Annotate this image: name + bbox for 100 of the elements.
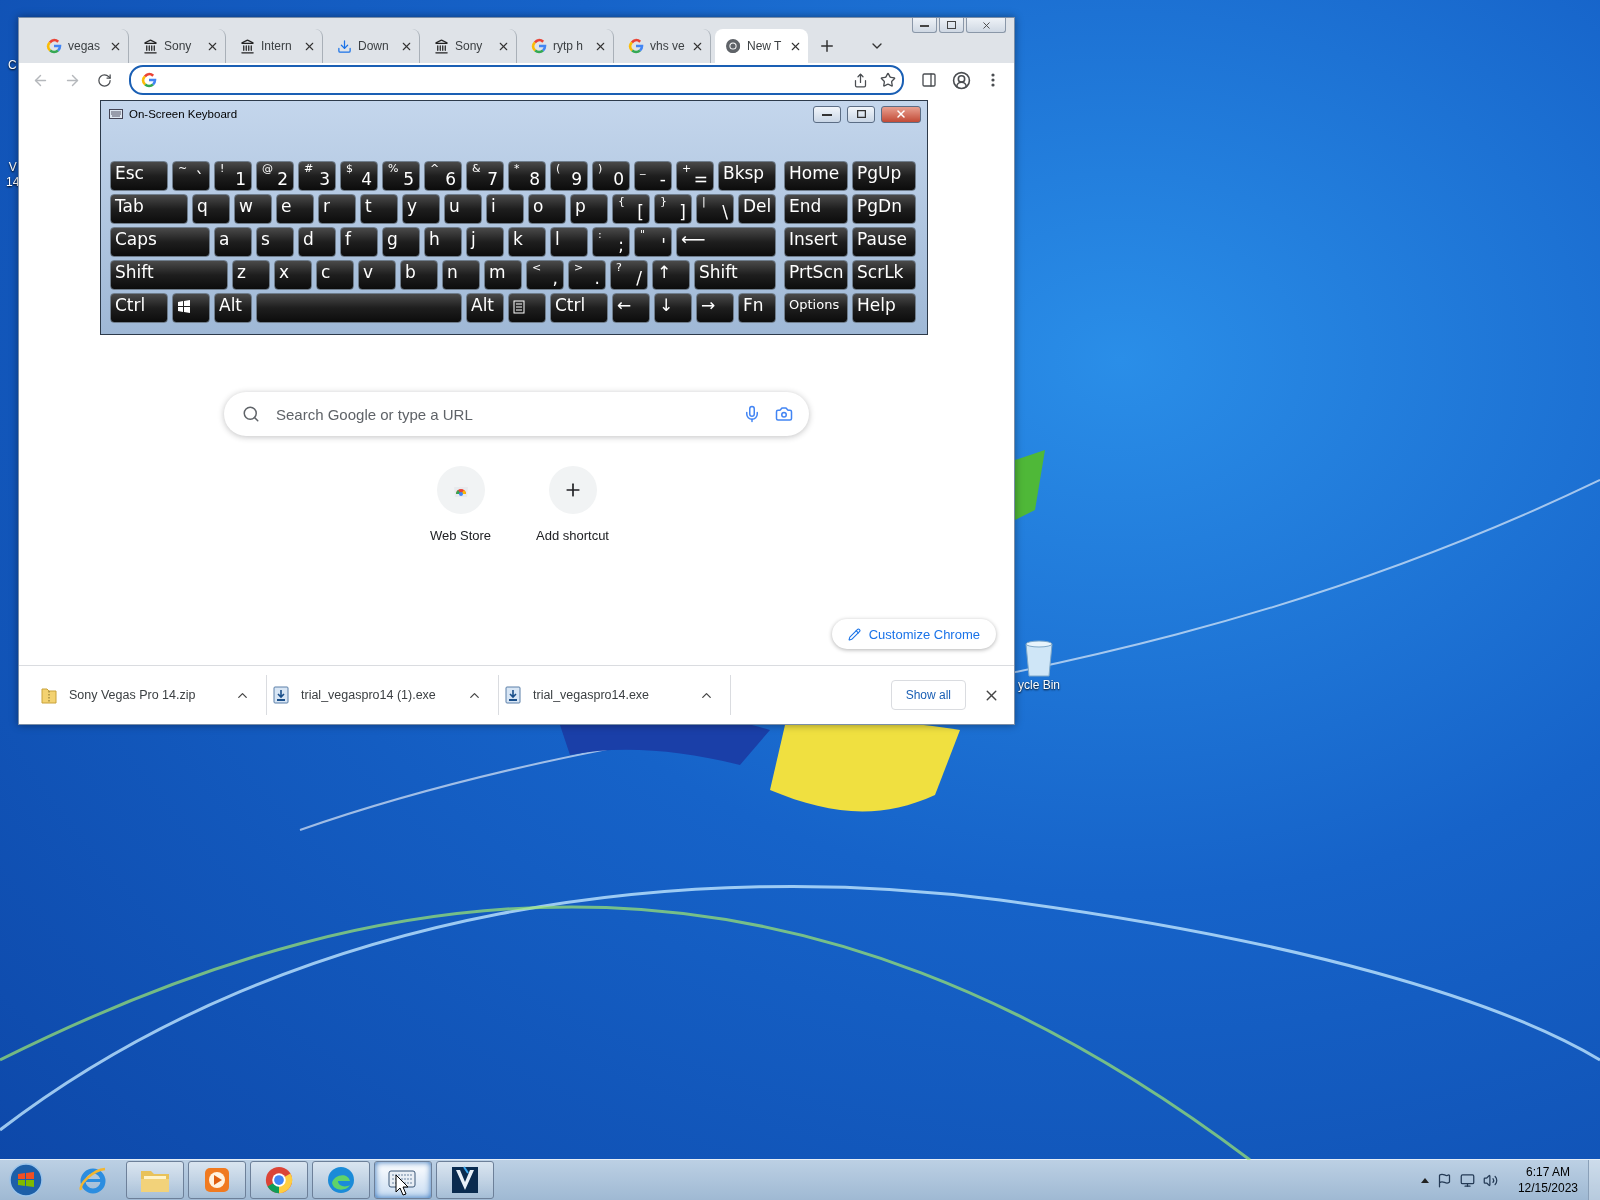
keyboard-key[interactable]: z — [232, 260, 270, 290]
keyboard-key[interactable]: Alt — [214, 293, 252, 323]
keyboard-key[interactable]: g — [382, 227, 420, 257]
keyboard-key[interactable]: ) 0 — [592, 161, 630, 191]
download-item[interactable]: Sony Vegas Pro 14.zip — [35, 675, 267, 715]
keyboard-key[interactable]: ^ 6 — [424, 161, 462, 191]
keyboard-key[interactable]: @ 2 — [256, 161, 294, 191]
keyboard-key[interactable]: w — [234, 194, 272, 224]
keyboard-key[interactable]: p — [570, 194, 608, 224]
keyboard-key[interactable]: Alt — [466, 293, 504, 323]
keyboard-key[interactable]: & 7 — [466, 161, 504, 191]
keyboard-key[interactable]: _ - — [634, 161, 672, 191]
keyboard-key[interactable]: ← — [612, 293, 650, 323]
volume-icon[interactable] — [1482, 1172, 1498, 1188]
keyboard-key[interactable]: l — [550, 227, 588, 257]
keyboard-key[interactable]: % 5 — [382, 161, 420, 191]
keyboard-key[interactable]: " ' — [634, 227, 672, 257]
keyboard-key[interactable]: u — [444, 194, 482, 224]
keyboard-key[interactable]: Pause — [852, 227, 916, 257]
search-field[interactable]: Search Google or type a URL — [274, 404, 729, 424]
maximize-button[interactable] — [847, 105, 875, 123]
shortcut-label[interactable]: Add shortcut — [536, 528, 609, 543]
keyboard-key[interactable]: ↑ — [652, 260, 690, 290]
minimize-button[interactable] — [813, 105, 841, 123]
shortcut-label[interactable]: Web Store — [429, 528, 492, 543]
close-button[interactable] — [881, 105, 921, 123]
taskbar-app-button[interactable] — [436, 1161, 494, 1199]
download-item[interactable]: trial_vegaspro14.exe — [499, 675, 731, 715]
space-key[interactable] — [256, 293, 462, 323]
microphone-icon[interactable] — [743, 405, 761, 423]
clock[interactable]: 6:17 AM 12/15/2023 — [1517, 1164, 1578, 1196]
show-hidden-icons-button[interactable] — [1420, 1177, 1429, 1183]
keyboard-key[interactable]: } ] — [654, 194, 692, 224]
keyboard-key[interactable]: < , — [526, 260, 564, 290]
keyboard-key[interactable]: Esc — [110, 161, 168, 191]
keyboard-key[interactable]: k — [508, 227, 546, 257]
camera-icon[interactable] — [775, 405, 793, 423]
start-button[interactable] — [6, 1161, 46, 1199]
keyboard-key[interactable]: ↓ — [654, 293, 692, 323]
keyboard-key[interactable]: # 3 — [298, 161, 336, 191]
maximize-button[interactable] — [939, 18, 964, 33]
keyboard-key[interactable]: Home — [784, 161, 848, 191]
keyboard-key[interactable]: x — [274, 260, 312, 290]
keyboard-key[interactable]: Shift — [694, 260, 776, 290]
keyboard-key[interactable]: Ctrl — [550, 293, 608, 323]
keyboard-key[interactable]: { [ — [612, 194, 650, 224]
keyboard-key[interactable]: b — [400, 260, 438, 290]
keyboard-key[interactable]: ? / — [610, 260, 648, 290]
keyboard-key[interactable]: Ctrl — [110, 293, 168, 323]
keyboard-key[interactable]: ScrLk — [852, 260, 916, 290]
keyboard-key[interactable]: ~ ` — [172, 161, 210, 191]
keyboard-key[interactable]: ( 9 — [550, 161, 588, 191]
keyboard-key[interactable]: y — [402, 194, 440, 224]
address-bar[interactable] — [129, 65, 904, 95]
keyboard-key[interactable]: PgUp — [852, 161, 916, 191]
minimize-button[interactable] — [912, 18, 937, 33]
keyboard-key[interactable]: n — [442, 260, 480, 290]
keyboard-key[interactable]: Bksp — [718, 161, 776, 191]
keyboard-key[interactable]: End — [784, 194, 848, 224]
keyboard-key[interactable]: | \ — [696, 194, 734, 224]
keyboard-key[interactable]: Options — [784, 293, 848, 323]
keyboard-key[interactable]: f — [340, 227, 378, 257]
keyboard-key[interactable]: q — [192, 194, 230, 224]
keyboard-key[interactable]: += — [676, 161, 714, 191]
keyboard-key[interactable]: d — [298, 227, 336, 257]
flag-icon[interactable] — [1436, 1172, 1452, 1188]
browser-tab[interactable]: New T — [715, 29, 808, 63]
show-all-button[interactable]: Show all — [890, 680, 966, 710]
shortcut-tile[interactable] — [436, 466, 485, 514]
keyboard-key[interactable]: r — [318, 194, 356, 224]
bookmark-star-icon[interactable] — [880, 72, 896, 88]
keyboard-key[interactable]: PrtScn — [784, 260, 848, 290]
shortcut-tile[interactable] — [548, 466, 597, 514]
windows-key[interactable] — [172, 293, 210, 323]
keyboard-key[interactable]: → — [696, 293, 734, 323]
keyboard-key[interactable]: v — [358, 260, 396, 290]
keyboard-key[interactable]: e — [276, 194, 314, 224]
keyboard-key[interactable]: t — [360, 194, 398, 224]
keyboard-key[interactable]: o — [528, 194, 566, 224]
keyboard-key[interactable]: Help — [852, 293, 916, 323]
keyboard-key[interactable]: * 8 — [508, 161, 546, 191]
keyboard-key[interactable]: ! 1 — [214, 161, 252, 191]
share-icon[interactable] — [853, 72, 868, 88]
download-item[interactable]: trial_vegaspro14 (1).exe — [267, 675, 499, 715]
keyboard-key[interactable]: : ; — [592, 227, 630, 257]
keyboard-key[interactable]: PgDn — [852, 194, 916, 224]
keyboard-key[interactable]: Shift — [110, 260, 228, 290]
customize-chrome-button[interactable]: Customize Chrome — [831, 619, 996, 649]
keyboard-key[interactable]: Del — [738, 194, 776, 224]
keyboard-key[interactable]: $ 4 — [340, 161, 378, 191]
keyboard-key[interactable]: a — [214, 227, 252, 257]
keyboard-key[interactable]: j — [466, 227, 504, 257]
keyboard-key[interactable]: c — [316, 260, 354, 290]
keyboard-key[interactable]: Caps — [110, 227, 210, 257]
keyboard-key[interactable]: s — [256, 227, 294, 257]
keyboard-key[interactable]: i — [486, 194, 524, 224]
keyboard-key[interactable]: Fn — [738, 293, 776, 323]
keyboard-key[interactable]: > . — [568, 260, 606, 290]
keyboard-key[interactable]: Insert — [784, 227, 848, 257]
keyboard-key[interactable]: Tab — [110, 194, 188, 224]
